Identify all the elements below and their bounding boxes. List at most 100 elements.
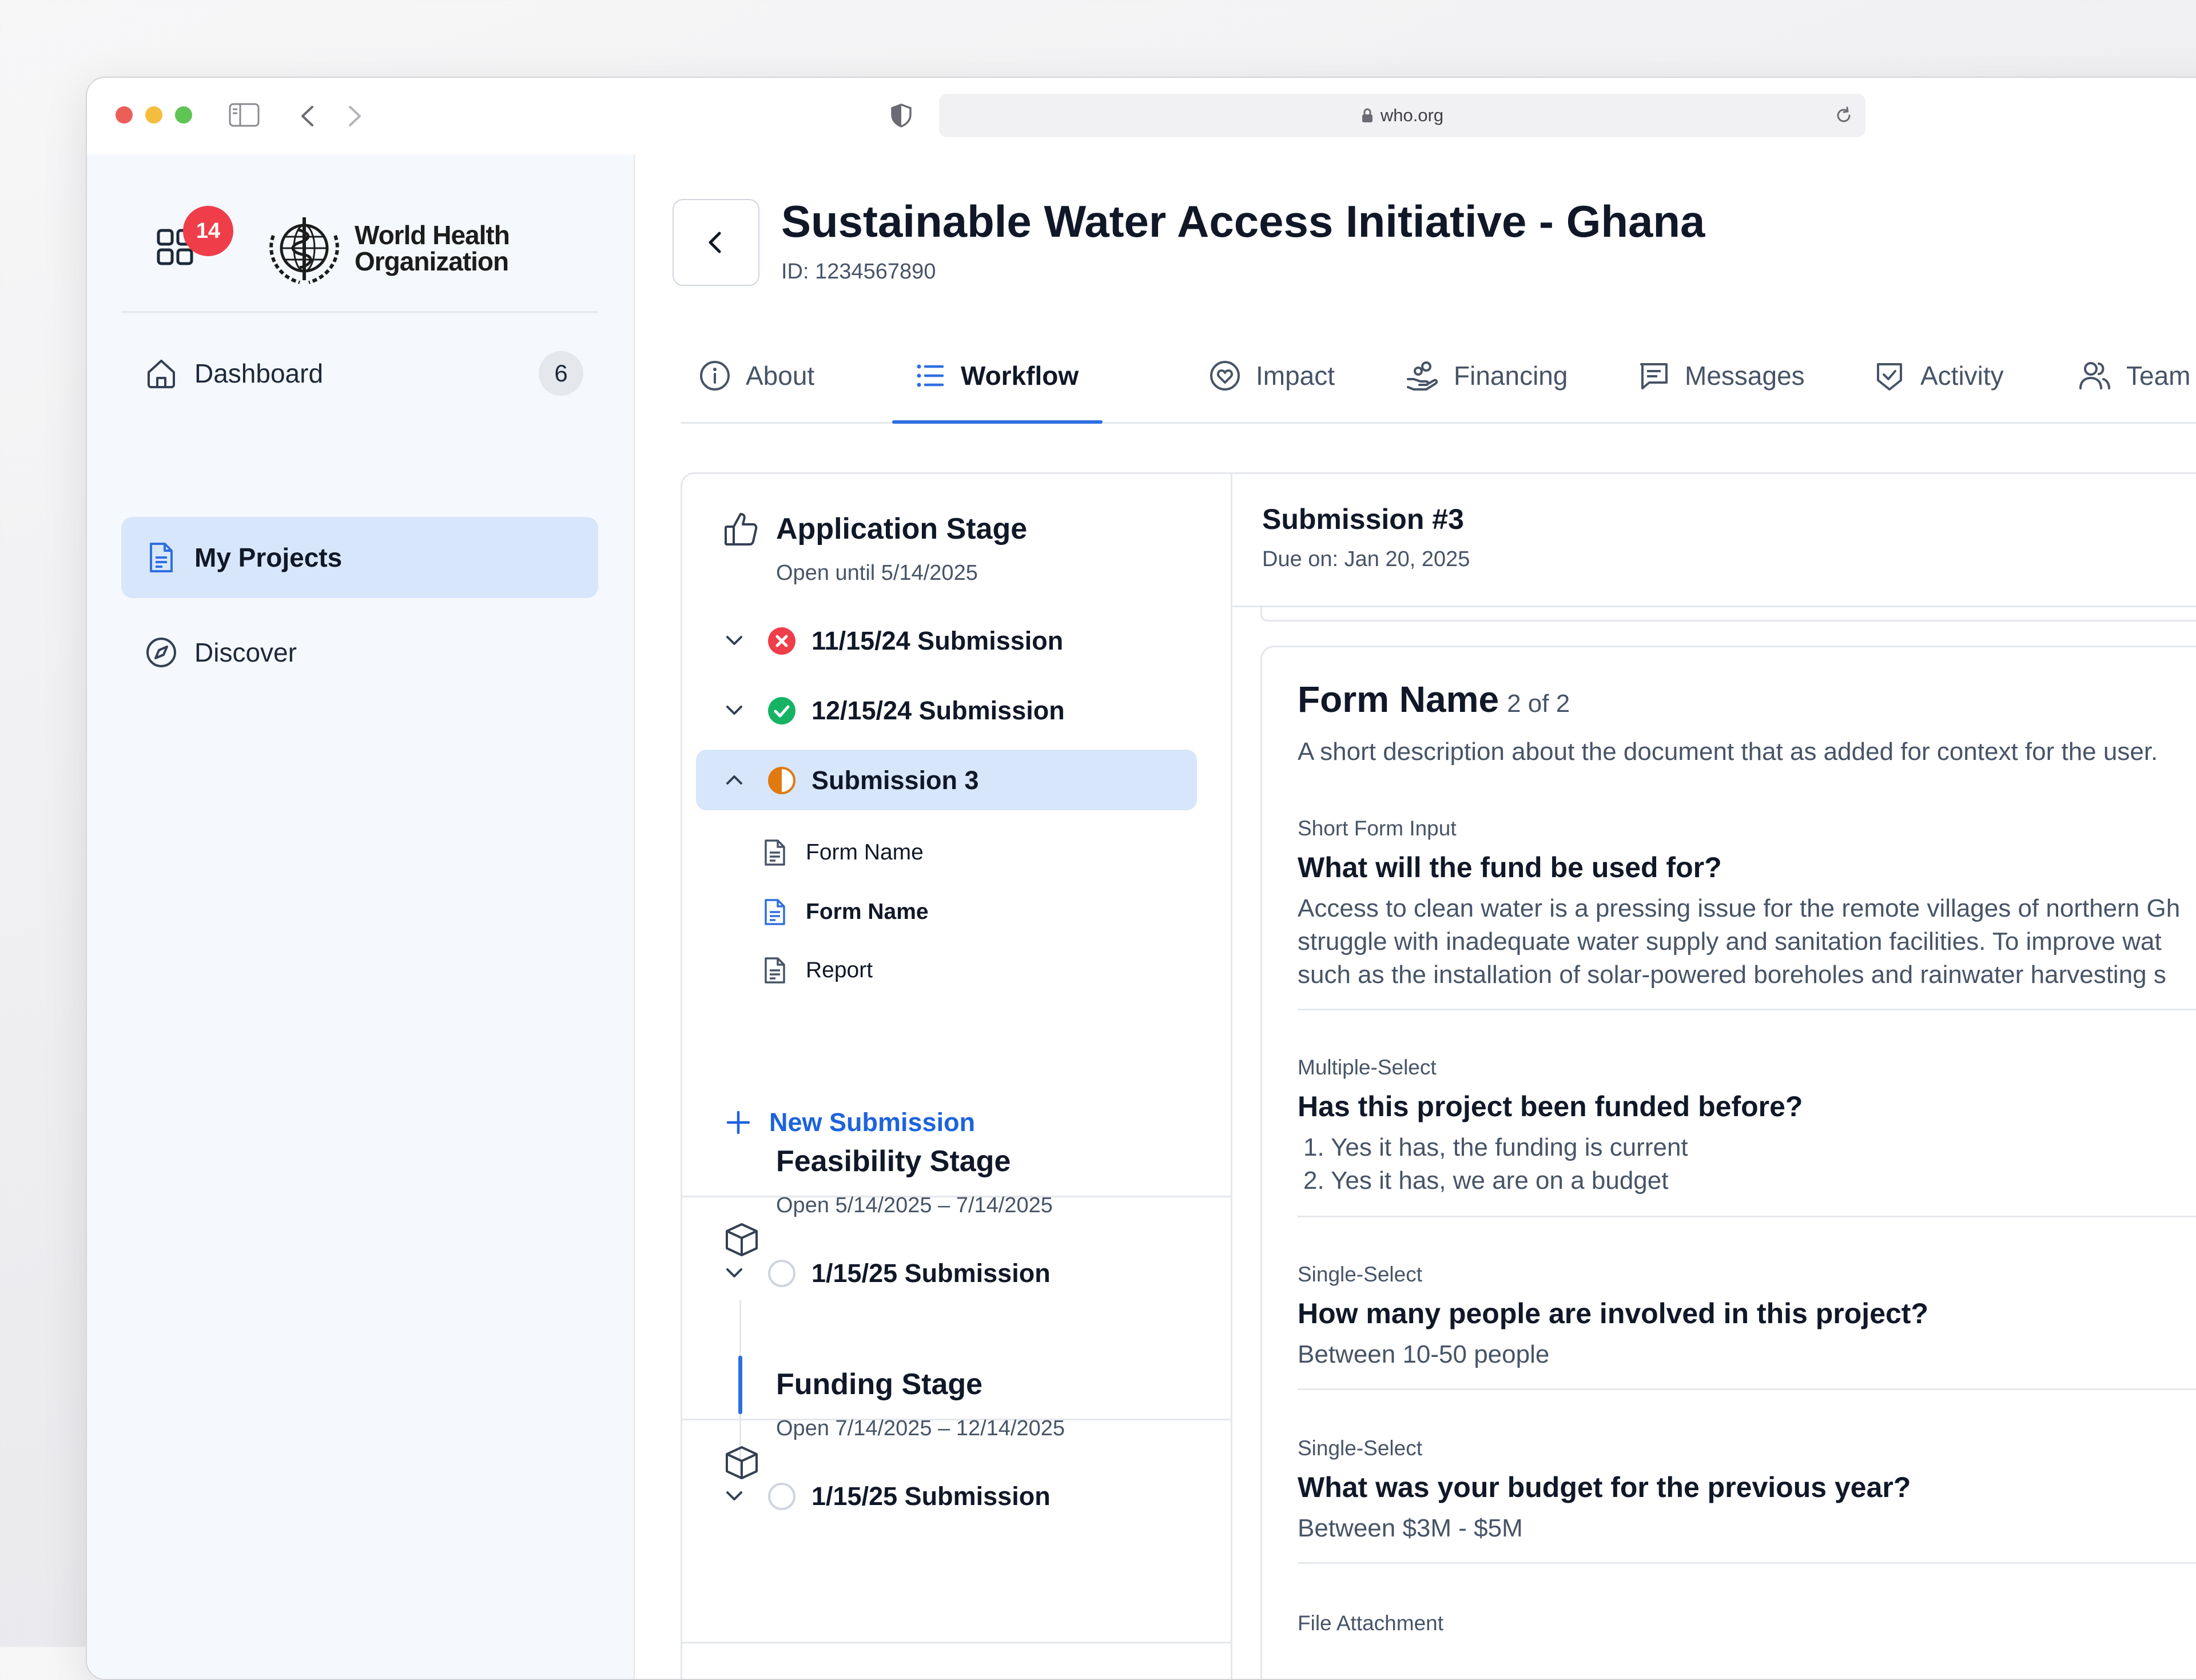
chevron-down-icon	[726, 1268, 742, 1277]
submission-row[interactable]: 11/15/24 Submission	[696, 610, 1197, 671]
list-icon	[917, 364, 944, 387]
tree-active-indicator	[738, 1356, 742, 1414]
privacy-shield-icon[interactable]	[890, 103, 913, 128]
tab-label: Messages	[1685, 361, 1805, 391]
question-divider	[1298, 1562, 2196, 1564]
browser-window: who.org 14 World Health Organization Das…	[86, 77, 2196, 1680]
submission-row[interactable]: 1/15/25 Submission	[696, 1466, 1197, 1526]
not-started-status-icon	[768, 1260, 795, 1287]
browser-forward-icon[interactable]	[348, 105, 363, 127]
stage-subtitle: Open until 5/14/2025	[776, 561, 978, 585]
maximize-window-button[interactable]	[175, 106, 192, 124]
question-divider	[1298, 1388, 2196, 1390]
submission-title: Submission #3	[1262, 503, 1464, 535]
compass-icon	[146, 638, 176, 667]
form-item[interactable]: Report	[762, 948, 1163, 993]
form-card: Form Name 2 of 2 A short description abou…	[1260, 646, 2196, 1679]
form-position: 2 of 2	[1507, 690, 1570, 718]
chevron-down-icon	[726, 706, 742, 715]
stage-divider	[682, 1642, 1232, 1643]
logo-line-2: Organization	[355, 246, 509, 276]
message-icon	[1640, 363, 1668, 389]
document-icon	[765, 957, 785, 984]
document-icon	[150, 543, 173, 572]
option-item: 2. Yes it has, we are on a budget	[1303, 1167, 1669, 1195]
submission-label: 1/15/25 Submission	[811, 1259, 1051, 1288]
submission-due-date: Due on: Jan 20, 2025	[1262, 547, 1470, 571]
sidebar-item-dashboard[interactable]: Dashboard 6	[121, 333, 598, 414]
question-answer: Between $3M - $5M	[1298, 1514, 1523, 1542]
close-window-button[interactable]	[116, 106, 133, 124]
question-answer: Access to clean water is a pressing issu…	[1298, 892, 2180, 992]
sidebar-item-label: My Projects	[194, 543, 343, 572]
in-progress-status-icon	[768, 767, 795, 794]
submission-label: 12/15/24 Submission	[811, 696, 1065, 725]
plus-icon	[726, 1110, 750, 1134]
answer-line: such as the installation of solar-powere…	[1298, 961, 2166, 989]
stage-title: Application Stage	[776, 512, 1028, 546]
form-item[interactable]: Form Name	[762, 830, 1163, 875]
previous-card-edge	[1260, 607, 2196, 622]
question-text: Has this project been funded before?	[1298, 1090, 1803, 1122]
shield-check-icon	[1877, 363, 1902, 391]
tab-team[interactable]: Team	[2078, 329, 2190, 422]
address-bar[interactable]: who.org	[939, 94, 1865, 137]
answer-line: struggle with inadequate water supply an…	[1298, 927, 2162, 956]
tab-about[interactable]: About	[699, 329, 814, 422]
tab-financing[interactable]: Financing	[1406, 329, 1568, 422]
page-title: Sustainable Water Access Initiative - Gh…	[781, 196, 1705, 246]
tab-messages[interactable]: Messages	[1638, 329, 1805, 422]
thumbs-up-icon	[725, 513, 758, 546]
browser-back-icon[interactable]	[300, 105, 315, 127]
logo-area: 14 World Health Organization	[121, 154, 598, 313]
users-icon	[2079, 362, 2110, 389]
browser-toolbar: who.org	[87, 78, 2196, 154]
sidebar-item-my-projects[interactable]: My Projects	[121, 517, 598, 598]
rejected-status-icon	[768, 627, 795, 655]
submission-row[interactable]: 1/15/25 Submission	[696, 1243, 1197, 1303]
question-type: Short Form Input	[1298, 817, 1457, 840]
chevron-down-icon	[726, 636, 742, 645]
new-submission-button[interactable]: New Submission	[725, 1108, 975, 1137]
stage-subtitle: Open 7/14/2025 – 12/14/2025	[776, 1416, 1065, 1440]
chevron-left-icon	[709, 232, 721, 253]
minimize-window-button[interactable]	[145, 106, 162, 124]
sidebar-toggle-icon[interactable]	[229, 103, 260, 127]
info-icon	[700, 361, 730, 391]
notification-badge[interactable]: 14	[183, 206, 233, 256]
logo-line-1: World Health	[355, 220, 510, 250]
form-item-selected[interactable]: Form Name	[762, 889, 1163, 935]
question-text: What was your budget for the previous ye…	[1298, 1471, 1911, 1503]
submission-row-selected[interactable]: Submission 3	[696, 750, 1197, 810]
question-answer: Between 10-50 people	[1298, 1340, 1550, 1368]
tab-label: About	[746, 361, 815, 391]
sidebar-item-label: Discover	[194, 638, 297, 667]
home-icon	[148, 360, 175, 388]
panel-divider	[1231, 607, 1232, 1679]
approved-status-icon	[768, 697, 795, 724]
tab-workflow[interactable]: Workflow	[892, 329, 1103, 424]
document-icon	[765, 899, 785, 925]
tab-impact[interactable]: Impact	[1209, 329, 1335, 422]
option-item: 1. Yes it has, the funding is current	[1303, 1133, 1688, 1161]
question-options: 1. Yes it has, the funding is current 2.…	[1303, 1131, 1688, 1197]
question-type: File Attachment	[1298, 1611, 1444, 1635]
submission-label: 1/15/25 Submission	[811, 1482, 1051, 1511]
reload-icon[interactable]	[1835, 106, 1853, 129]
submission-label: 11/15/24 Submission	[811, 626, 1064, 655]
stages-panel: Application Stage Open until 5/14/2025 1…	[681, 472, 1234, 1679]
tab-bar: About Workflow Impact Financing Messages…	[681, 329, 2196, 424]
sidebar-item-discover[interactable]: Discover	[121, 612, 598, 693]
stage-title: Feasibility Stage	[776, 1145, 1011, 1178]
back-button[interactable]	[673, 199, 759, 286]
tab-label: Team	[2126, 361, 2191, 391]
document-icon	[765, 839, 785, 866]
active-tab-indicator	[892, 420, 1103, 424]
stage-subtitle: Open 5/14/2025 – 7/14/2025	[776, 1193, 1053, 1217]
question-type: Multiple-Select	[1298, 1056, 1437, 1079]
submission-row[interactable]: 12/15/24 Submission	[696, 680, 1197, 741]
submission-label: Submission 3	[811, 766, 979, 795]
url-text: who.org	[1380, 105, 1444, 125]
question-divider	[1298, 1216, 2196, 1217]
tab-activity[interactable]: Activity	[1873, 329, 2004, 422]
